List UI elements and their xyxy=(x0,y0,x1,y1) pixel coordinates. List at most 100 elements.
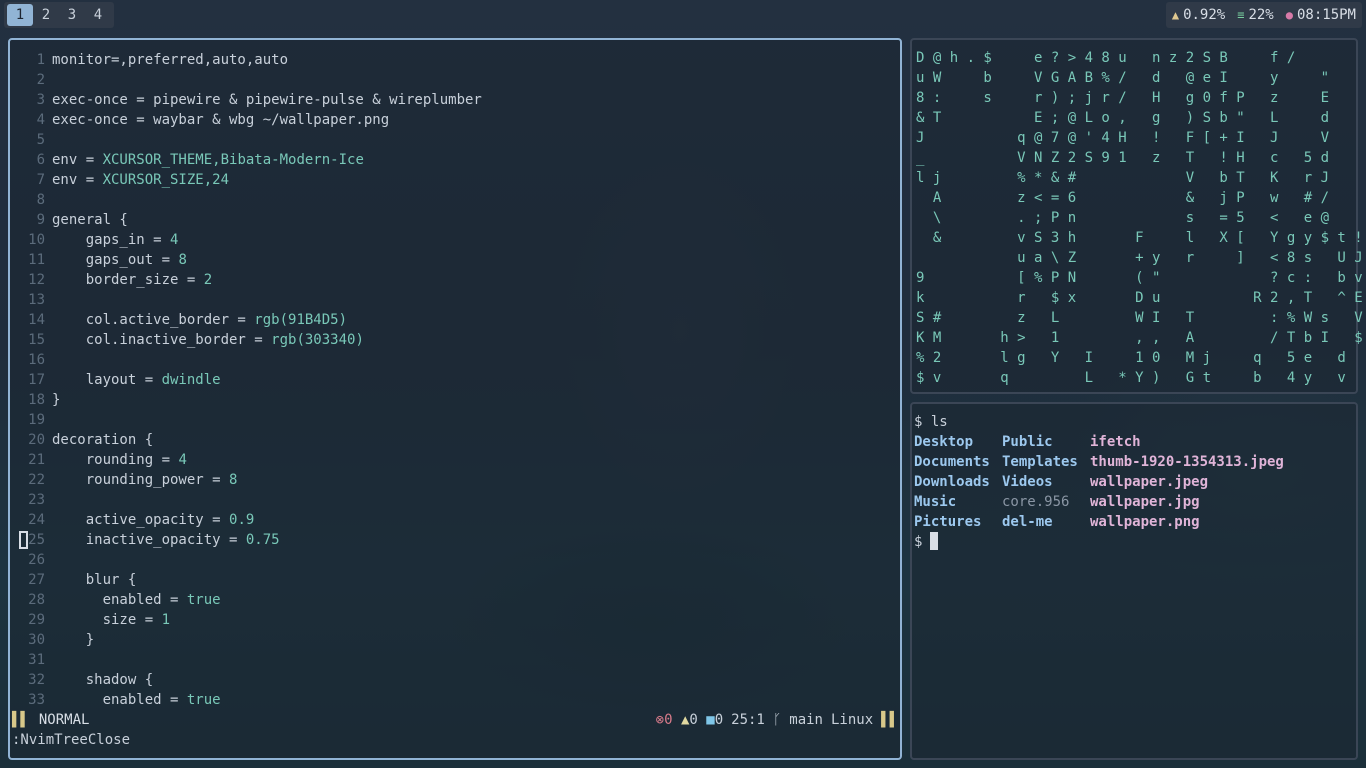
line-number: 17 xyxy=(28,372,45,388)
matrix-row: K M h > 1 , , A / T b I $ ] xyxy=(916,330,1366,346)
code-line[interactable]: 31 xyxy=(10,650,900,670)
line-text: rounding = 4 xyxy=(52,452,187,468)
line-number: 4 xyxy=(36,112,45,128)
mode-indicator-right: ▌▌ xyxy=(881,712,898,728)
listing-row: Music core.956 wallpaper.jpg xyxy=(914,492,1284,512)
listing-entry[interactable]: thumb-1920-1354313.jpeg xyxy=(1090,452,1284,472)
matrix-row: S # z L W I T : % W s V N 0 xyxy=(916,310,1366,326)
code-line[interactable]: 3 exec-once = pipewire & pipewire-pulse &… xyxy=(10,90,900,110)
code-line[interactable]: 27 blur { xyxy=(10,570,900,590)
listing-entry[interactable]: Videos xyxy=(1002,472,1090,492)
line-text: enabled = true xyxy=(52,592,221,608)
code-line[interactable]: 32 shadow { xyxy=(10,670,900,690)
line-number: 16 xyxy=(28,352,45,368)
line-number: 27 xyxy=(28,572,45,588)
line-text: size = 1 xyxy=(52,612,171,628)
listing-entry[interactable]: Pictures xyxy=(914,512,1002,532)
line-text: active_opacity = 0.9 xyxy=(52,512,255,528)
code-line[interactable]: 11 gaps_out = 8 xyxy=(10,250,900,270)
line-text: gaps_out = 8 xyxy=(52,252,187,268)
listing-row: Desktop Public ifetch xyxy=(914,432,1284,452)
line-text: } xyxy=(52,632,95,648)
listing-entry[interactable]: core.956 xyxy=(1002,492,1090,512)
code-line[interactable]: 16 xyxy=(10,350,900,370)
line-text: gaps_in = 4 xyxy=(52,232,179,248)
code-line[interactable]: 7 env = XCURSOR_SIZE,24 xyxy=(10,170,900,190)
shell-terminal[interactable]: $ ls Desktop Public ifetch Documents Templat… xyxy=(910,402,1358,760)
listing-entry[interactable]: wallpaper.png xyxy=(1090,512,1200,532)
code-line[interactable]: 8 xyxy=(10,190,900,210)
code-line[interactable]: 24 active_opacity = 0.9 xyxy=(10,510,900,530)
code-line[interactable]: 10 gaps_in = 4 xyxy=(10,230,900,250)
code-line[interactable]: 17 layout = dwindle xyxy=(10,370,900,390)
top-bar: 1 2 3 4 ▲ 0.92% ≡ 22% ● 08:15PM xyxy=(0,0,1366,30)
line-text: exec-once = pipewire & pipewire-pulse & … xyxy=(52,92,482,108)
statusline: ▌▌ NORMAL ⊗0 ▲0 ■0 25:1 ᚴ main Linux ▌▌ xyxy=(12,710,898,730)
line-text: col.inactive_border = rgb(303340) xyxy=(52,332,364,348)
listing-row: Pictures del-me wallpaper.png xyxy=(914,512,1284,532)
memory-stat[interactable]: ≡ 22% xyxy=(1237,7,1274,23)
line-text: shadow { xyxy=(52,672,154,688)
line-number: 5 xyxy=(36,132,45,148)
database-icon: ≡ xyxy=(1237,8,1245,22)
neovim-window[interactable]: 1 monitor=,preferred,auto,auto 2 3 exec-once… xyxy=(8,38,902,760)
listing-entry[interactable]: del-me xyxy=(1002,512,1090,532)
listing-entry[interactable]: Public xyxy=(1002,432,1090,452)
listing-entry[interactable]: wallpaper.jpeg xyxy=(1090,472,1208,492)
code-line[interactable]: 5 xyxy=(10,130,900,150)
code-line[interactable]: 18} xyxy=(10,390,900,410)
listing-entry[interactable]: wallpaper.jpg xyxy=(1090,492,1200,512)
listing-entry[interactable]: Downloads xyxy=(914,472,1002,492)
code-line[interactable]: 12 border_size = 2 xyxy=(10,270,900,290)
line-number: 22 xyxy=(28,472,45,488)
terminal-cursor xyxy=(930,532,939,550)
code-line[interactable]: 9 general { xyxy=(10,210,900,230)
code-line[interactable]: 33 enabled = true xyxy=(10,690,900,710)
matrix-row: $ v q L * Y ) G t b 4 y v xyxy=(916,370,1346,386)
code-line[interactable]: 1 monitor=,preferred,auto,auto xyxy=(10,50,900,70)
code-line[interactable]: 19 xyxy=(10,410,900,430)
active-prompt[interactable]: $ xyxy=(914,532,1284,552)
code-line[interactable]: 22 rounding_power = 8 xyxy=(10,470,900,490)
matrix-row: u a \ Z + y r ] < 8 s U J w xyxy=(916,250,1366,266)
code-line[interactable]: 26 xyxy=(10,550,900,570)
clock[interactable]: ● 08:15PM xyxy=(1286,7,1356,23)
code-line[interactable]: 6 env = XCURSOR_THEME,Bibata-Modern-Ice xyxy=(10,150,900,170)
listing-entry[interactable]: Documents xyxy=(914,452,1002,472)
listing-entry[interactable]: Music xyxy=(914,492,1002,512)
line-number: 18 xyxy=(28,392,45,408)
code-line[interactable]: 25 inactive_opacity = 0.75 xyxy=(10,530,900,550)
command-line[interactable]: :NvimTreeClose xyxy=(12,730,130,750)
matrix-row: l j % * & # V b T K r J xyxy=(916,170,1330,186)
cpu-stat[interactable]: ▲ 0.92% xyxy=(1172,7,1225,23)
workspace-2[interactable]: 2 xyxy=(33,4,59,26)
line-number: 33 xyxy=(28,692,45,708)
code-line[interactable]: 28 enabled = true xyxy=(10,590,900,610)
listing-entry[interactable]: Templates xyxy=(1002,452,1090,472)
code-line[interactable]: 14 col.active_border = rgb(91B4D5) xyxy=(10,310,900,330)
code-line[interactable]: 4 exec-once = waybar & wbg ~/wallpaper.pn… xyxy=(10,110,900,130)
cursor-position: 25:1 xyxy=(731,712,765,728)
workspace-1[interactable]: 1 xyxy=(7,4,33,26)
workspace-4[interactable]: 4 xyxy=(85,4,111,26)
code-line[interactable]: 15 col.inactive_border = rgb(303340) xyxy=(10,330,900,350)
line-text: exec-once = waybar & wbg ~/wallpaper.png xyxy=(52,112,390,128)
code-area[interactable]: 1 monitor=,preferred,auto,auto 2 3 exec-once… xyxy=(10,50,900,710)
info-count: 0 xyxy=(714,712,724,728)
code-line[interactable]: 21 rounding = 4 xyxy=(10,450,900,470)
matrix-terminal[interactable]: D @ h . $ e ? > 4 8 u n z 2 S B f / u W b… xyxy=(910,38,1363,394)
listing-row: Documents Templates thumb-1920-1354313.jpe… xyxy=(914,452,1284,472)
code-line[interactable]: 20 decoration { xyxy=(10,430,900,450)
code-line[interactable]: 23 xyxy=(10,490,900,510)
error-icon: ⊗ xyxy=(655,712,665,728)
code-line[interactable]: 13 xyxy=(10,290,900,310)
code-line[interactable]: 29 size = 1 xyxy=(10,610,900,630)
code-line[interactable]: 30 } xyxy=(10,630,900,650)
workspace-3[interactable]: 3 xyxy=(59,4,85,26)
listing-entry[interactable]: Desktop xyxy=(914,432,1002,452)
mode-label: NORMAL xyxy=(38,712,90,728)
matrix-row: \ . ; P n s = 5 < e @ xyxy=(916,210,1330,226)
listing-entry[interactable]: ifetch xyxy=(1090,432,1141,452)
code-line[interactable]: 2 xyxy=(10,70,900,90)
line-text: border_size = 2 xyxy=(52,272,213,288)
